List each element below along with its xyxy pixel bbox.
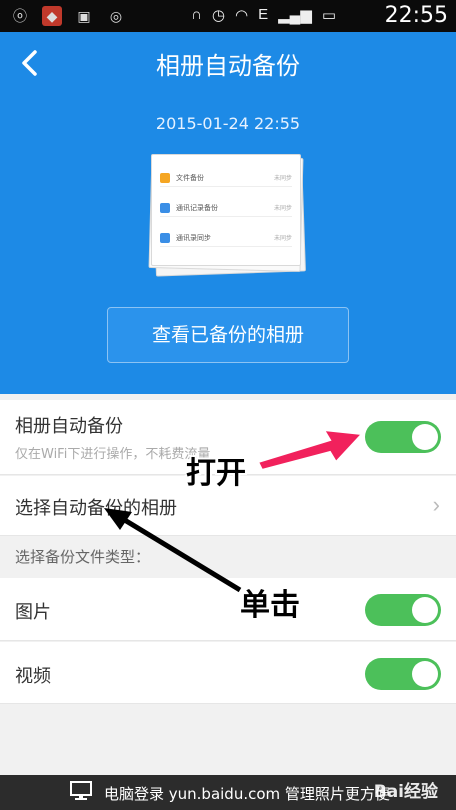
netease-icon: ⓞ bbox=[13, 8, 27, 24]
pictures-label: 图片 bbox=[15, 602, 51, 623]
backup-preview-illustration: 文件备份 未同步 通讯记录备份 未同步 通讯录同步 未同步 bbox=[148, 152, 308, 277]
videos-row: 视频 bbox=[0, 642, 456, 704]
backup-header-panel: 相册自动备份 2015-01-24 22:55 文件备份 未同步 通讯记录备份 … bbox=[0, 32, 456, 394]
auto-backup-label: 相册自动备份 bbox=[15, 416, 123, 437]
pictures-toggle[interactable] bbox=[365, 594, 441, 626]
signal-icon: ▂▄▆ bbox=[278, 7, 312, 24]
footer-text: 电脑登录 yun.baidu.com 管理照片更方便 bbox=[104, 785, 390, 803]
page-title: 相册自动备份 bbox=[156, 52, 300, 80]
computer-icon bbox=[70, 781, 92, 800]
app-red-icon: ◆ bbox=[42, 6, 62, 26]
pictures-row: 图片 bbox=[0, 578, 456, 641]
view-backed-up-album-button[interactable]: 查看已备份的相册 bbox=[107, 307, 349, 363]
wifi-share-icon: ◎ bbox=[109, 7, 123, 24]
annotation-open: 打开 bbox=[186, 456, 246, 491]
preview-row: 通讯记录备份 未同步 bbox=[160, 199, 292, 217]
preview-row: 通讯录同步 未同步 bbox=[160, 229, 292, 247]
annotation-click: 单击 bbox=[240, 588, 300, 623]
watermark: Bai经验 bbox=[373, 782, 438, 802]
videos-toggle[interactable] bbox=[365, 658, 441, 690]
backup-timestamp: 2015-01-24 22:55 bbox=[155, 114, 301, 133]
battery-icon: ▭ bbox=[321, 7, 336, 24]
file-icon bbox=[160, 172, 170, 183]
videos-label: 视频 bbox=[15, 666, 51, 687]
auto-backup-toggle[interactable] bbox=[365, 421, 441, 453]
network-label: E bbox=[258, 6, 269, 23]
gallery-icon: ▣ bbox=[77, 7, 91, 24]
preview-row: 文件备份 未同步 bbox=[160, 169, 292, 187]
file-types-header: 选择备份文件类型： bbox=[15, 548, 151, 566]
footer-bar: 电脑登录 yun.baidu.com 管理照片更方便 Bai经验 bbox=[0, 775, 456, 810]
preview-card: 文件备份 未同步 通讯记录备份 未同步 通讯录同步 未同步 bbox=[151, 154, 301, 266]
clock: 22:55 bbox=[384, 3, 448, 28]
status-bar: ⓞ ◆ ▣ ◎ ∩ ◷ ◠ E ▂▄▆ ▭ 22:55 bbox=[0, 0, 456, 32]
wifi-icon: ◠ bbox=[235, 7, 249, 24]
auto-backup-sublabel: 仅在WiFi下进行操作，不耗费流量 bbox=[15, 447, 211, 462]
record-icon bbox=[160, 202, 170, 213]
alarm-icon: ◷ bbox=[211, 7, 225, 24]
chevron-right-icon: › bbox=[432, 492, 440, 517]
headset-icon: ∩ bbox=[191, 6, 202, 23]
contact-icon bbox=[160, 232, 170, 243]
select-album-label: 选择自动备份的相册 bbox=[15, 498, 177, 519]
